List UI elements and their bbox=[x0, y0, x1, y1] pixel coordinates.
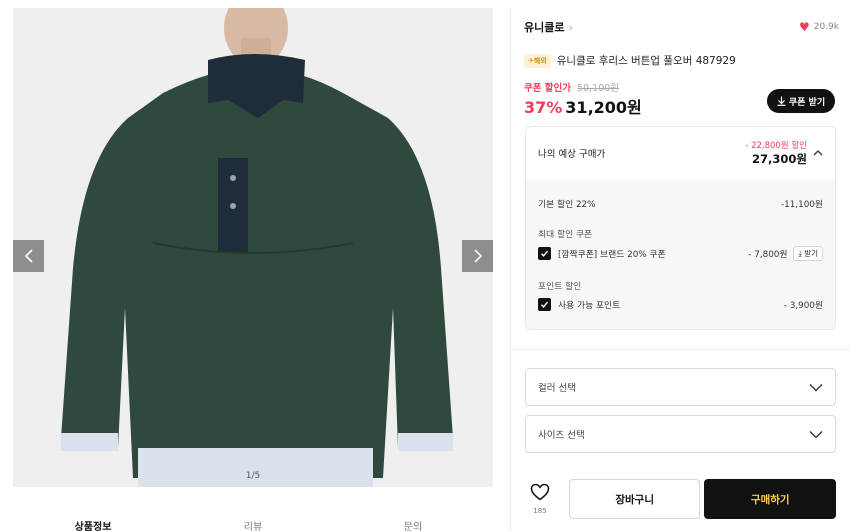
product-photo bbox=[13, 8, 493, 487]
coupon-price-label-row: 쿠폰 할인가 50,100원 bbox=[524, 80, 619, 94]
product-tabs: 상품정보 리뷰 문의 bbox=[13, 512, 493, 531]
point-amount: - 3,900원 bbox=[783, 301, 823, 311]
base-discount-label: 기본 할인 22% bbox=[538, 200, 596, 210]
base-discount-amount: -11,100원 bbox=[780, 200, 823, 210]
heart-outline-icon bbox=[530, 483, 550, 501]
estimated-price-label: 나의 예상 구매가 bbox=[538, 149, 606, 160]
point-name: 사용 가능 포인트 bbox=[558, 301, 621, 311]
wishlist-count: 185 bbox=[533, 507, 547, 515]
size-select[interactable]: 사이즈 선택 bbox=[525, 415, 836, 453]
chevron-down-icon bbox=[809, 383, 823, 391]
price-row: 37% 31,200원 bbox=[524, 94, 642, 118]
total-discount: - 22,800원 할인 bbox=[745, 141, 807, 151]
prev-image-button[interactable] bbox=[13, 240, 44, 272]
coupon-row: [깜짝쿠폰] 브랜드 20% 쿠폰 - 7,800원 ⤓ 받기 bbox=[538, 246, 823, 261]
color-select[interactable]: 컬러 선택 bbox=[525, 368, 836, 406]
original-price: 50,100원 bbox=[577, 83, 620, 94]
add-to-cart-button[interactable]: 장바구니 bbox=[568, 479, 701, 519]
chevron-left-icon bbox=[24, 249, 33, 263]
check-icon bbox=[541, 250, 549, 257]
get-coupon-button[interactable]: 쿠폰 받기 bbox=[767, 89, 835, 113]
discount-percent: 37% bbox=[524, 98, 563, 117]
discount-breakdown: 기본 할인 22% -11,100원 최대 할인 쿠폰 [깜짝쿠폰] 브랜드 2… bbox=[526, 179, 835, 329]
coupon-get-button[interactable]: ⤓ 받기 bbox=[793, 246, 823, 261]
sale-price: 31,200원 bbox=[565, 98, 642, 117]
coupon-amount: - 7,800원 bbox=[748, 250, 788, 260]
image-counter: 1/5 bbox=[245, 471, 261, 481]
chevron-right-icon bbox=[473, 249, 482, 263]
tab-product-info[interactable]: 상품정보 bbox=[13, 512, 173, 531]
download-icon bbox=[777, 96, 786, 106]
product-title-row: ✈해외 유니클로 후리스 버튼업 풀오버 487929 bbox=[524, 53, 839, 68]
base-discount-row: 기본 할인 22% -11,100원 bbox=[538, 197, 823, 210]
chevron-down-icon bbox=[809, 430, 823, 438]
coupon-name: [깜짝쿠폰] 브랜드 20% 쿠폰 bbox=[558, 250, 666, 260]
point-checkbox[interactable] bbox=[538, 298, 551, 311]
brand-link[interactable]: 유니클로 bbox=[524, 19, 564, 35]
coupon-checkbox[interactable] bbox=[538, 247, 551, 260]
buy-now-button[interactable]: 구매하기 bbox=[704, 479, 836, 519]
purchase-panel: 유니클로 › ♥ 20.9k ✈해외 유니클로 후리스 버튼업 풀오버 4879… bbox=[510, 8, 850, 531]
tab-inquiry[interactable]: 문의 bbox=[333, 512, 493, 531]
heart-icon: ♥ bbox=[798, 20, 810, 34]
point-section-label: 포인트 할인 bbox=[538, 282, 582, 292]
section-divider bbox=[511, 349, 850, 350]
brand-like-button[interactable]: ♥ 20.9k bbox=[799, 21, 839, 33]
estimated-price: 27,300원 bbox=[752, 152, 807, 166]
point-row: 사용 가능 포인트 - 3,900원 bbox=[538, 298, 823, 311]
wishlist-button[interactable]: 185 bbox=[525, 483, 555, 515]
color-select-placeholder: 컬러 선택 bbox=[538, 383, 576, 394]
get-coupon-label: 쿠폰 받기 bbox=[788, 97, 826, 108]
purchase-actions: 185 장바구니 구매하기 bbox=[525, 478, 836, 520]
product-image-gallery: 1/5 bbox=[13, 8, 493, 487]
chevron-right-icon: › bbox=[568, 20, 573, 34]
size-select-placeholder: 사이즈 선택 bbox=[538, 430, 585, 441]
coupon-section-label: 최대 할인 쿠폰 bbox=[538, 230, 593, 240]
check-icon bbox=[541, 301, 549, 308]
brand-row: 유니클로 › ♥ 20.9k bbox=[524, 18, 839, 36]
coupon-price-label: 쿠폰 할인가 bbox=[524, 83, 572, 94]
chevron-up-icon bbox=[813, 150, 823, 156]
next-image-button[interactable] bbox=[462, 240, 493, 272]
product-title: 유니클로 후리스 버튼업 풀오버 487929 bbox=[556, 55, 736, 67]
tab-reviews[interactable]: 리뷰 bbox=[173, 512, 333, 531]
overseas-badge: ✈해외 bbox=[524, 53, 551, 68]
estimated-price-toggle[interactable]: 나의 예상 구매가 - 22,800원 할인 27,300원 bbox=[526, 127, 835, 179]
estimated-price-box: 나의 예상 구매가 - 22,800원 할인 27,300원 기본 할인 22%… bbox=[525, 126, 836, 330]
brand-like-count: 20.9k bbox=[813, 22, 839, 32]
